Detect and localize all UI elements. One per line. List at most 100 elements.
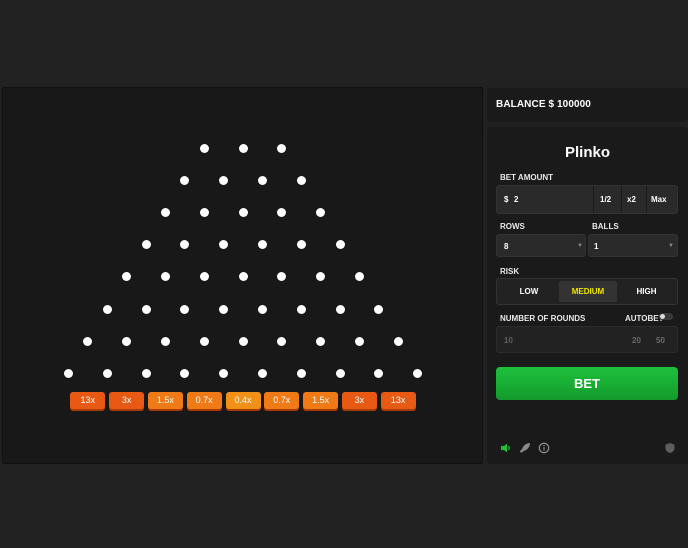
balance-panel: BALANCE $ 100000 <box>487 88 688 122</box>
peg <box>160 272 170 282</box>
peg <box>219 304 229 314</box>
peg <box>199 336 209 346</box>
peg <box>160 336 170 346</box>
peg <box>199 272 209 282</box>
peg <box>141 304 151 314</box>
chevron-down-icon: ▼ <box>577 243 583 249</box>
peg <box>316 272 326 282</box>
multiplier-bucket: 13x <box>70 392 106 409</box>
peg <box>335 368 345 378</box>
peg <box>296 304 306 314</box>
peg <box>122 272 132 282</box>
control-panel: Plinko BET AMOUNT $ 2 1/2 x2 Max ROWS BA… <box>487 127 688 464</box>
peg <box>413 368 423 378</box>
peg <box>257 304 267 314</box>
multiplier-bucket: 1.5x <box>303 392 339 409</box>
peg <box>238 143 248 153</box>
peg <box>160 207 170 217</box>
chevron-down-icon: ▼ <box>668 243 674 249</box>
multiplier-bucket: 0.4x <box>225 392 261 409</box>
max-bet-button[interactable]: Max <box>651 195 667 204</box>
peg <box>277 207 287 217</box>
bottom-band <box>0 466 688 548</box>
risk-selector: LOW MEDIUM HIGH <box>496 278 678 305</box>
peg <box>296 368 306 378</box>
plinko-board: 13x 3x 1.5x 0.7x 0.4x 0.7x 1.5x 3x 13x <box>2 87 483 464</box>
rounds-label: NUMBER OF ROUNDS <box>500 314 586 323</box>
peg <box>374 304 384 314</box>
shield-icon[interactable] <box>664 441 676 453</box>
peg <box>122 336 132 346</box>
peg <box>257 368 267 378</box>
peg <box>238 207 248 217</box>
peg <box>296 240 306 250</box>
autobet-toggle[interactable] <box>659 313 673 320</box>
rounds-field[interactable]: 10 20 50 <box>496 326 678 353</box>
peg <box>63 368 73 378</box>
peg <box>335 240 345 250</box>
balls-label: BALLS <box>592 222 619 231</box>
multiplier-bucket: 3x <box>341 392 377 409</box>
peg <box>277 272 287 282</box>
peg <box>257 240 267 250</box>
peg <box>102 368 112 378</box>
peg <box>257 175 267 185</box>
peg <box>296 175 306 185</box>
rows-label: ROWS <box>500 222 525 231</box>
balls-select[interactable]: 1 ▼ <box>588 234 678 257</box>
half-bet-button[interactable]: 1/2 <box>600 195 611 204</box>
risk-high-button[interactable]: HIGH <box>618 281 675 302</box>
risk-label: RISK <box>500 267 520 276</box>
balance-label: BALANCE $ 100000 <box>496 99 591 110</box>
double-bet-button[interactable]: x2 <box>627 195 636 204</box>
peg <box>238 336 248 346</box>
toggle-knob <box>660 314 665 319</box>
peg <box>180 175 190 185</box>
rounds-preset-50[interactable]: 50 <box>656 336 665 345</box>
game-title: Plinko <box>564 144 610 161</box>
peg <box>316 336 326 346</box>
peg <box>180 304 190 314</box>
top-band <box>0 0 688 82</box>
multiplier-bucket: 0.7x <box>186 392 222 409</box>
bet-amount-field[interactable]: $ 2 1/2 x2 Max <box>496 185 678 214</box>
autobet-label: AUTOBET <box>625 314 664 323</box>
rocket-icon[interactable] <box>519 441 531 453</box>
peg <box>83 336 93 346</box>
balls-value: 1 <box>594 242 599 251</box>
peg <box>277 336 287 346</box>
rows-select[interactable]: 8 ▼ <box>496 234 586 257</box>
bet-amount-label: BET AMOUNT <box>500 173 554 182</box>
rows-value: 8 <box>504 242 509 251</box>
peg <box>141 368 151 378</box>
peg <box>335 304 345 314</box>
sound-icon[interactable] <box>500 441 512 453</box>
multiplier-bucket: 0.7x <box>264 392 300 409</box>
peg <box>219 368 229 378</box>
info-icon[interactable] <box>538 441 550 454</box>
peg <box>180 240 190 250</box>
peg <box>219 240 229 250</box>
currency-symbol: $ <box>504 195 509 204</box>
peg <box>180 368 190 378</box>
peg <box>393 336 403 346</box>
peg <box>354 336 364 346</box>
peg <box>199 143 209 153</box>
risk-medium-button[interactable]: MEDIUM <box>559 281 617 302</box>
bet-button[interactable]: BET <box>496 367 678 400</box>
peg <box>219 175 229 185</box>
peg <box>238 272 248 282</box>
bet-amount-input[interactable]: 2 <box>514 195 518 204</box>
rounds-input[interactable]: 10 <box>504 336 513 345</box>
multiplier-bucket: 1.5x <box>147 392 183 409</box>
multiplier-bucket: 13x <box>380 392 416 409</box>
peg <box>374 368 384 378</box>
peg <box>354 272 364 282</box>
peg <box>102 304 112 314</box>
multiplier-bucket: 3x <box>109 392 145 409</box>
peg <box>277 143 287 153</box>
risk-low-button[interactable]: LOW <box>500 281 558 302</box>
peg <box>316 207 326 217</box>
rounds-preset-20[interactable]: 20 <box>632 336 641 345</box>
peg <box>199 207 209 217</box>
